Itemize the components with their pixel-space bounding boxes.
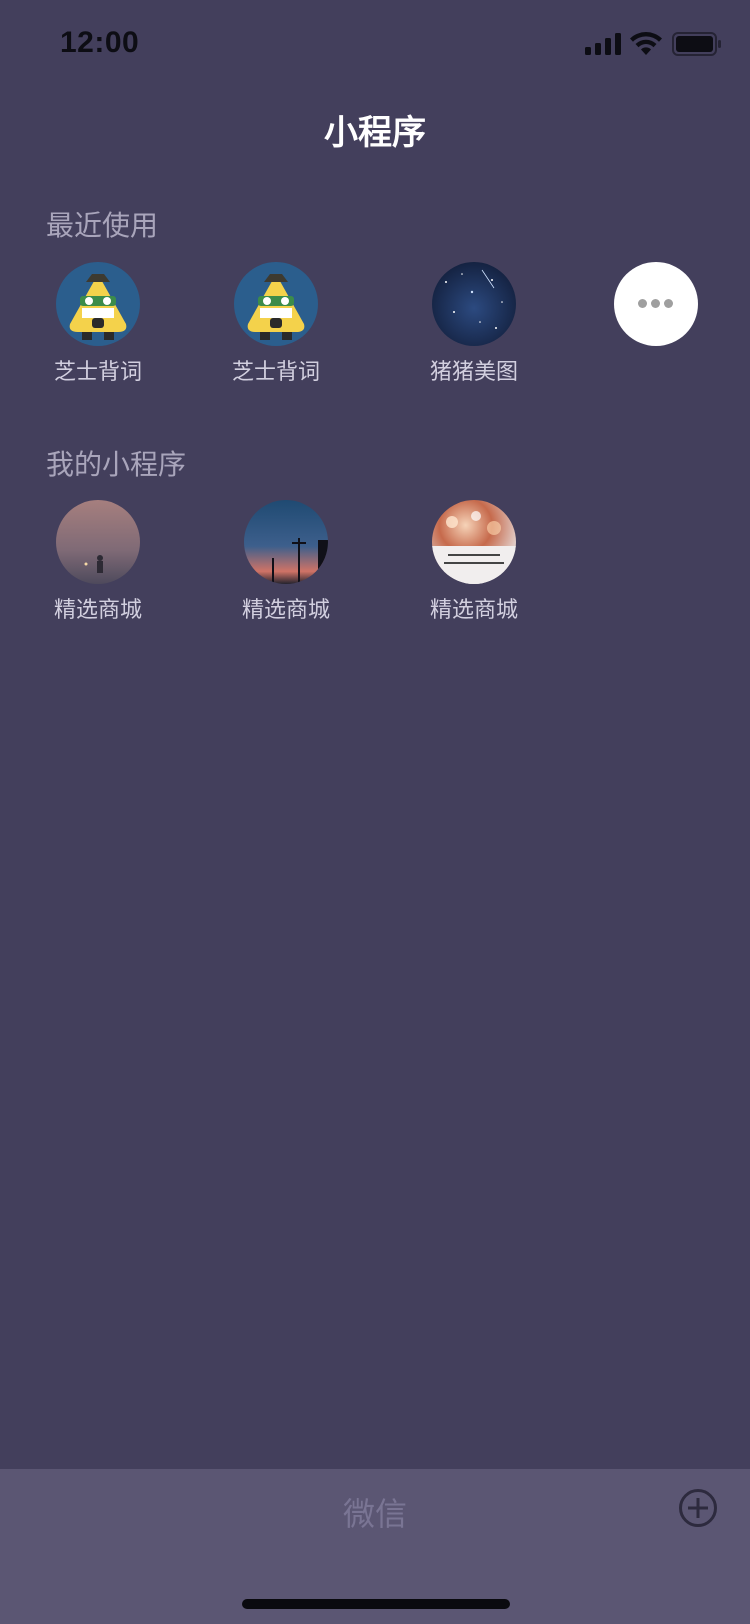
section-title-mine: 我的小程序 [46, 448, 187, 481]
status-bar: 12:00 [0, 0, 750, 88]
cheese-mascot-avatar [56, 262, 140, 346]
section-title-recent: 最近使用 [46, 209, 159, 242]
app-label: 精选商城 [429, 598, 518, 623]
more-dots-icon [638, 299, 674, 309]
cheese-mascot-avatar [234, 262, 318, 346]
app-label: 芝士背词 [231, 360, 320, 385]
page-title: 小程序 [324, 113, 426, 153]
plus-circle-icon[interactable] [678, 1488, 718, 1528]
bottom-bar: 微信 [0, 1469, 750, 1624]
app-label: 精选商城 [53, 598, 142, 623]
home-indicator [242, 1599, 510, 1609]
app-label: 精选商城 [241, 598, 330, 623]
my-app-3[interactable]: 精选商城 [430, 500, 582, 640]
battery-icon [672, 32, 721, 56]
bottom-bar-title[interactable]: 微信 [0, 1489, 750, 1535]
recent-app-2[interactable]: 芝士背词 [232, 262, 384, 402]
recent-app-1[interactable]: 芝士背词 [54, 262, 206, 402]
sunset-poles-avatar [244, 500, 328, 584]
more-button[interactable] [614, 262, 698, 346]
signal-icon [585, 33, 621, 55]
dusk-figure-avatar [56, 500, 140, 584]
app-label: 猪猪美图 [429, 360, 518, 385]
wifi-icon [630, 32, 662, 55]
my-app-1[interactable]: 精选商城 [54, 500, 206, 640]
my-app-2[interactable]: 精选商城 [242, 500, 394, 640]
status-time: 12:00 [60, 26, 140, 59]
bokeh-text-avatar [432, 500, 516, 584]
starry-sky-avatar [432, 262, 516, 346]
recent-app-3[interactable]: 猪猪美图 [430, 262, 582, 402]
app-label: 芝士背词 [53, 360, 142, 385]
